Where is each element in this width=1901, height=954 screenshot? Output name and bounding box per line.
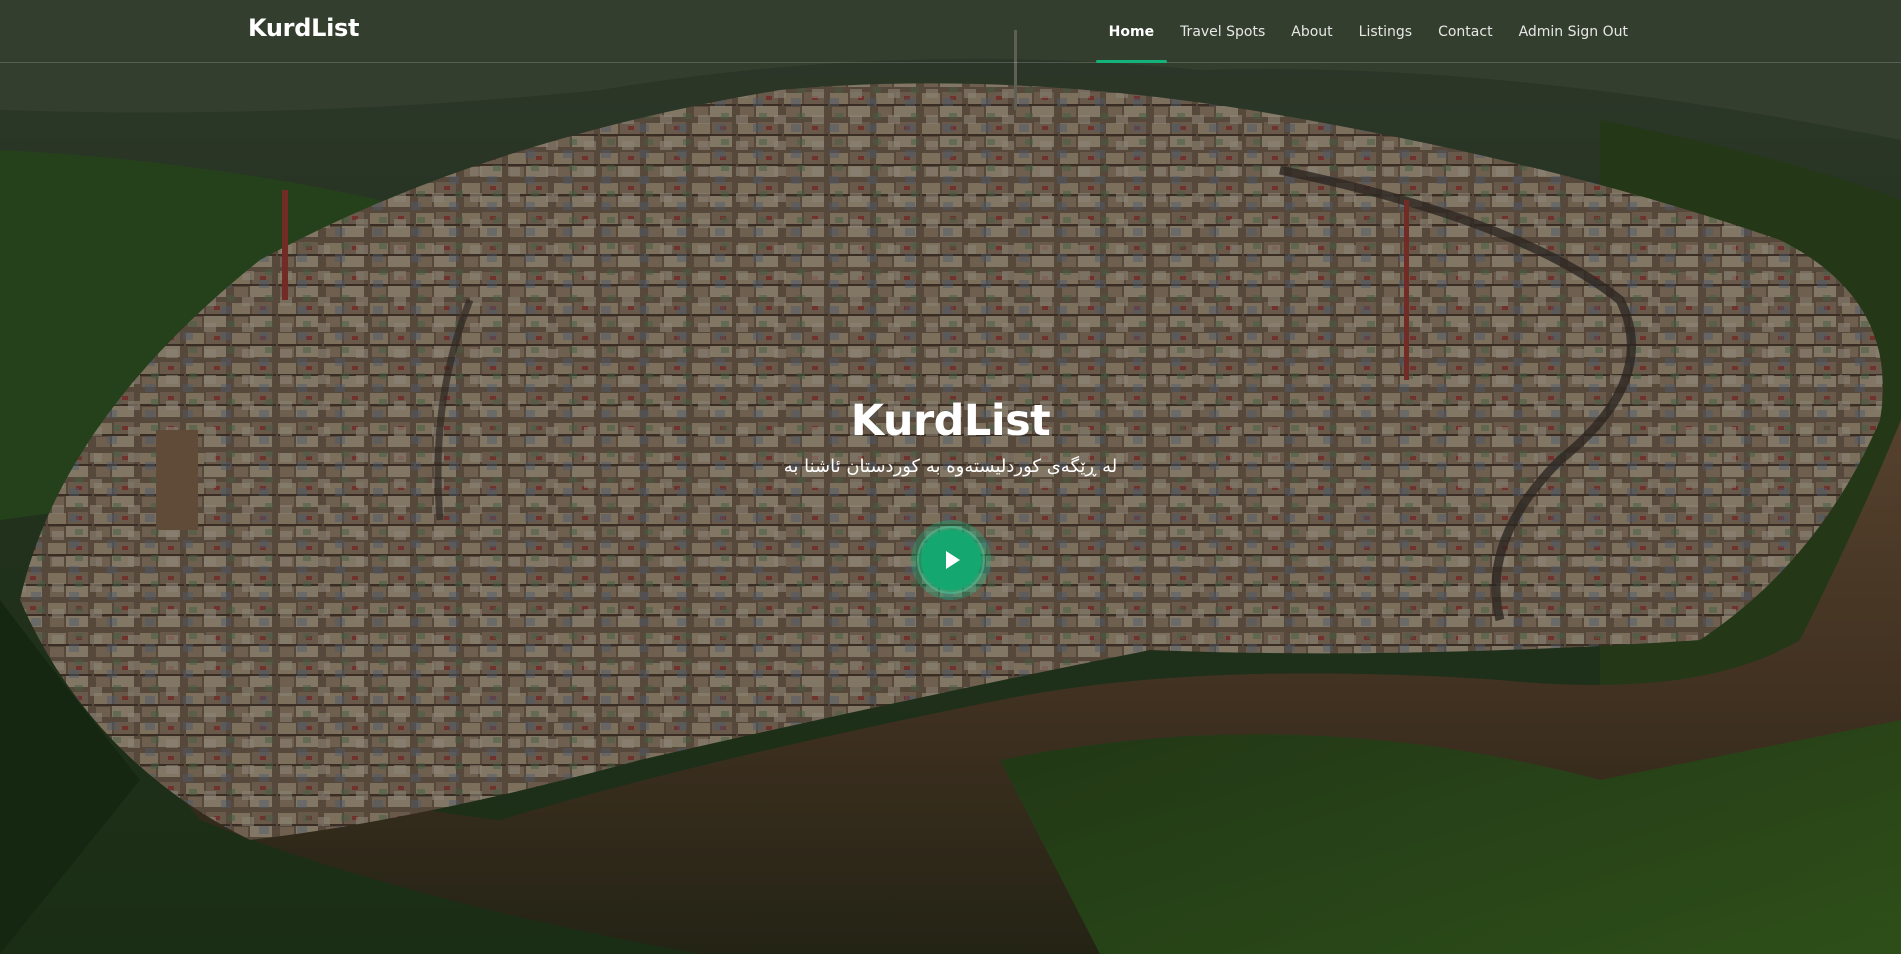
nav-item-listings[interactable]: Listings — [1346, 0, 1425, 63]
nav-item-admin-sign-out[interactable]: Admin Sign Out — [1506, 0, 1641, 63]
play-icon — [946, 551, 960, 569]
nav-item-about[interactable]: About — [1278, 0, 1345, 63]
hero-subtitle: لە ڕێگەی کوردلیستەوە بە کوردستان ئاشنا ب… — [783, 456, 1118, 477]
nav-item-travel-spots[interactable]: Travel Spots — [1167, 0, 1278, 63]
hero-title: KurdList — [850, 396, 1051, 446]
brand-logo-link[interactable]: KurdList — [248, 14, 359, 42]
nav-item-contact[interactable]: Contact — [1425, 0, 1505, 63]
nav-item-home[interactable]: Home — [1095, 0, 1168, 63]
site-header: KurdList Home Travel Spots About Listing… — [0, 0, 1901, 63]
main-nav: Home Travel Spots About Listings Contact… — [1095, 0, 1641, 63]
play-video-button[interactable] — [911, 520, 991, 600]
hero-dark-overlay — [0, 0, 1901, 954]
play-button-circle[interactable] — [921, 530, 981, 590]
